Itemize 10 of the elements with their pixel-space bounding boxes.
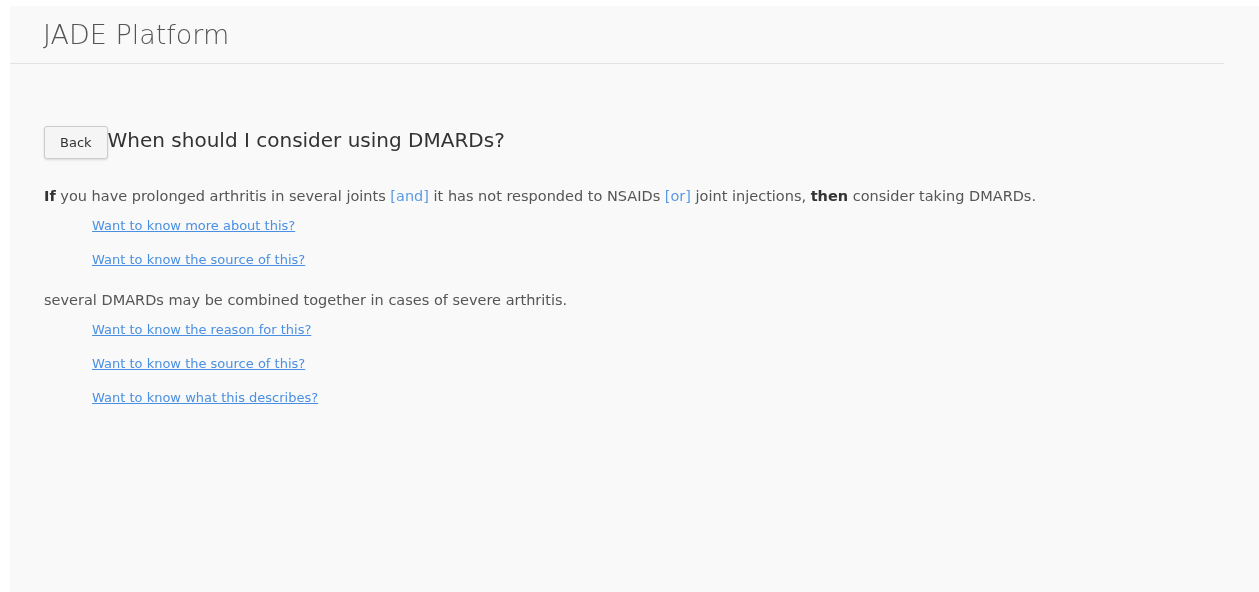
platform-title: JADE Platform (43, 18, 230, 52)
back-button[interactable]: Back (44, 126, 108, 160)
info-link[interactable]: Want to know what this describes? (92, 387, 319, 410)
info-link[interactable]: Want to know the source of this? (92, 353, 306, 376)
question-heading: When should I consider using DMARDs? (107, 127, 505, 154)
info-link[interactable]: Want to know the source of this? (92, 249, 306, 272)
info-link[interactable]: Want to know more about this? (92, 215, 296, 238)
info-link[interactable]: Want to know the reason for this? (92, 319, 312, 342)
statement-text: several DMARDs may be combined together in cases of severe arthritis. (44, 291, 569, 311)
statement-text: If you have prolonged arthritis in several joints [and] it has not responded to NSAIDs [or] joint injections, then consider taking DMARDs. (44, 187, 1038, 207)
